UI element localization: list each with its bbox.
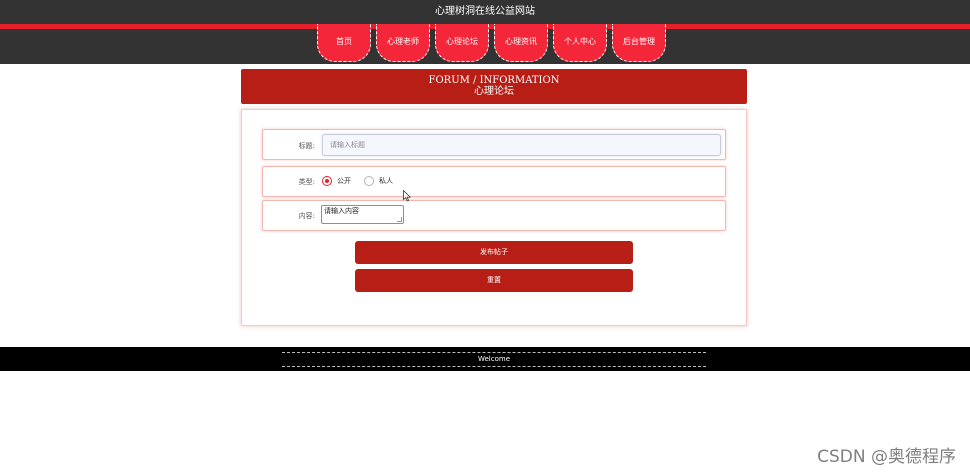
site-title: 心理树洞在线公益网站 [435, 6, 535, 17]
nav-item-forum[interactable]: 心理论坛 [435, 24, 489, 62]
radio-public-label[interactable]: 公开 [337, 176, 351, 186]
content-label: 内容: [298, 212, 315, 220]
radio-private-label[interactable]: 私人 [379, 176, 393, 186]
resize-grip-icon[interactable] [397, 217, 402, 222]
nav-item-home[interactable]: 首页 [317, 24, 371, 62]
panel-title-cn: 心理论坛 [474, 86, 514, 97]
radio-private[interactable] [364, 176, 374, 186]
nav-item-admin[interactable]: 后台管理 [612, 24, 666, 62]
title-input[interactable]: 请输入标题 [322, 134, 721, 156]
mouse-cursor-icon [403, 190, 411, 202]
panel-header: FORUM / INFORMATION 心理论坛 [241, 69, 747, 104]
title-label: 标题: [298, 142, 315, 150]
nav-item-profile[interactable]: 个人中心 [553, 24, 607, 62]
nav-item-news[interactable]: 心理资讯 [494, 24, 548, 62]
submit-post-button[interactable]: 发布帖子 [355, 241, 633, 264]
type-label: 类型: [298, 178, 315, 186]
panel-title-en: FORUM / INFORMATION [428, 75, 560, 86]
nav-item-teachers[interactable]: 心理老师 [376, 24, 430, 62]
reset-button[interactable]: 重置 [355, 269, 633, 292]
watermark: CSDN @奥德程序 [817, 447, 956, 467]
content-textarea[interactable]: 请输入内容 [321, 205, 404, 224]
radio-public[interactable] [322, 176, 332, 186]
footer-text: Welcome [282, 352, 706, 367]
content-value: 请输入内容 [324, 207, 359, 215]
